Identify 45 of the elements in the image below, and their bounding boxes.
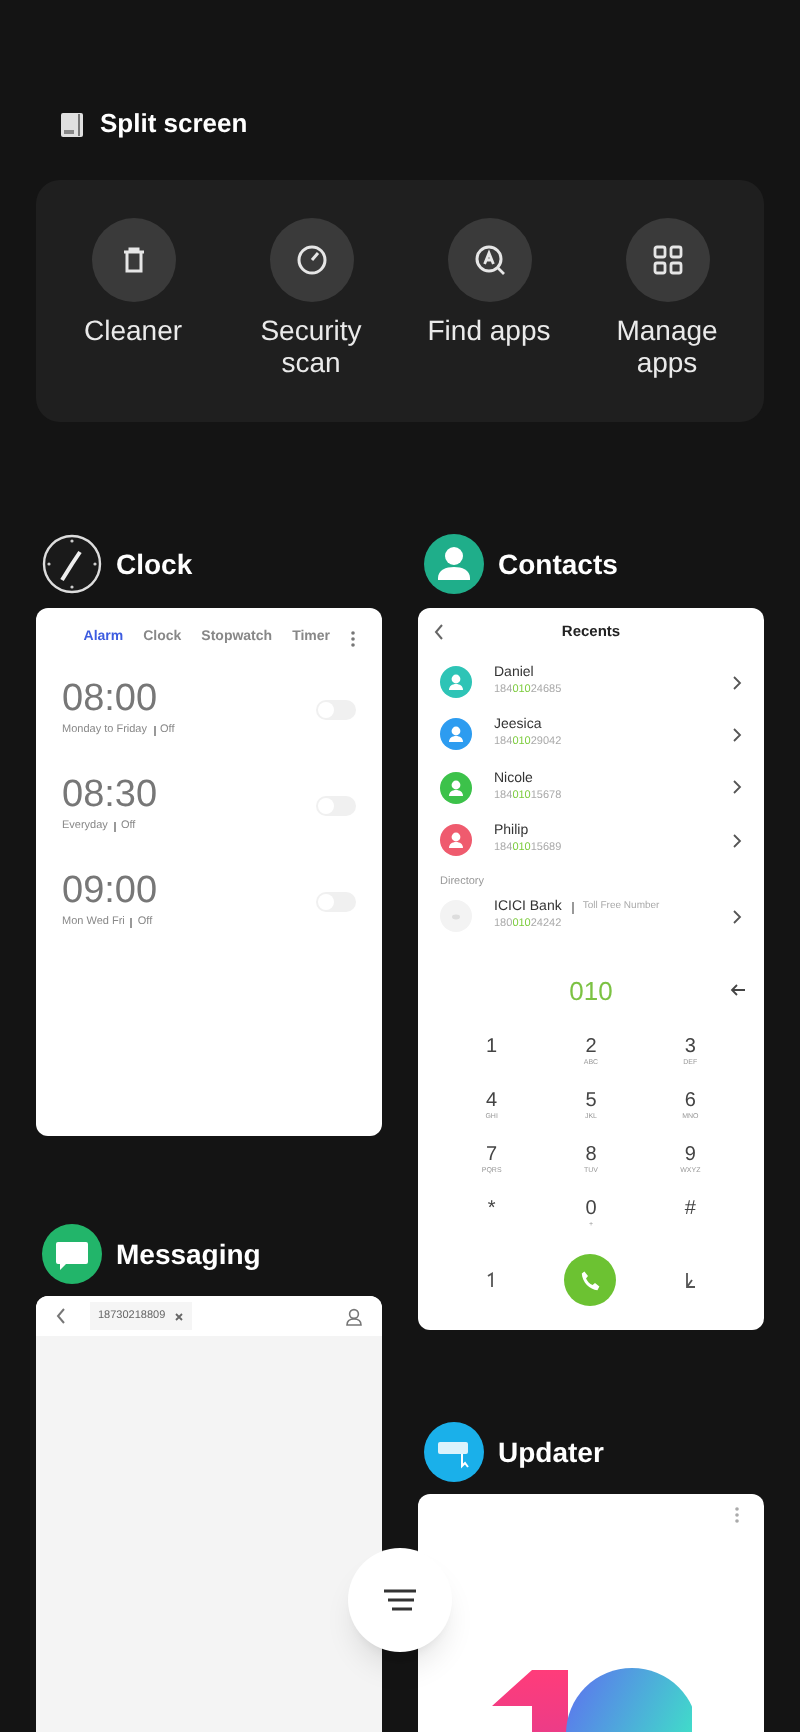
close-icon bbox=[173, 1311, 184, 1321]
alarm-time: 08:00 bbox=[62, 680, 160, 721]
alarm-time: 09:00 bbox=[62, 872, 158, 913]
split-screen-icon bbox=[60, 111, 84, 137]
backspace-button[interactable] bbox=[730, 984, 746, 997]
trash-button[interactable] bbox=[91, 218, 175, 302]
alarm-time: 08:30 bbox=[62, 776, 158, 817]
back-arrow-icon bbox=[730, 984, 746, 997]
search-button[interactable] bbox=[447, 218, 531, 302]
app-title: Contacts bbox=[498, 545, 618, 583]
action-label: Manage apps bbox=[614, 314, 720, 378]
sim-icon bbox=[486, 1272, 497, 1289]
dial-key[interactable]: 1 bbox=[442, 1036, 542, 1091]
update-icon bbox=[424, 1422, 484, 1482]
dialed-number: 010 bbox=[569, 973, 613, 1010]
app-title: Messaging bbox=[116, 1235, 261, 1274]
sim-button[interactable] bbox=[486, 1272, 497, 1289]
person-icon bbox=[346, 1307, 362, 1325]
back-icon bbox=[56, 1308, 66, 1324]
chevron-icon bbox=[732, 833, 742, 848]
chevron-icon bbox=[732, 675, 742, 690]
dial-key[interactable]: * bbox=[442, 1198, 542, 1253]
chevron-icon bbox=[732, 780, 742, 795]
back-icon bbox=[434, 624, 444, 640]
more-icon bbox=[350, 629, 356, 647]
clock-icon bbox=[42, 534, 102, 594]
collapse-icon bbox=[684, 1272, 697, 1289]
menu-icon bbox=[382, 1588, 418, 1612]
gauge-button[interactable] bbox=[269, 218, 353, 302]
grid-button[interactable] bbox=[625, 218, 709, 302]
chat-icon bbox=[42, 1224, 102, 1284]
dial-key[interactable]: # bbox=[640, 1198, 740, 1253]
phone-icon bbox=[579, 1269, 602, 1292]
person-icon bbox=[424, 534, 484, 594]
collapse-button[interactable] bbox=[684, 1272, 697, 1289]
action-label: Security scan bbox=[258, 314, 364, 378]
split-screen-button[interactable]: Split screen bbox=[60, 104, 248, 144]
app-title: Updater bbox=[498, 1433, 604, 1472]
action-label: Find apps bbox=[425, 314, 553, 346]
more-icon bbox=[734, 1506, 740, 1524]
avatar-icon bbox=[440, 900, 472, 933]
app-title: Clock bbox=[116, 545, 193, 583]
chevron-icon bbox=[732, 909, 742, 924]
chevron-icon bbox=[732, 727, 742, 742]
action-label: Cleaner bbox=[81, 314, 185, 346]
